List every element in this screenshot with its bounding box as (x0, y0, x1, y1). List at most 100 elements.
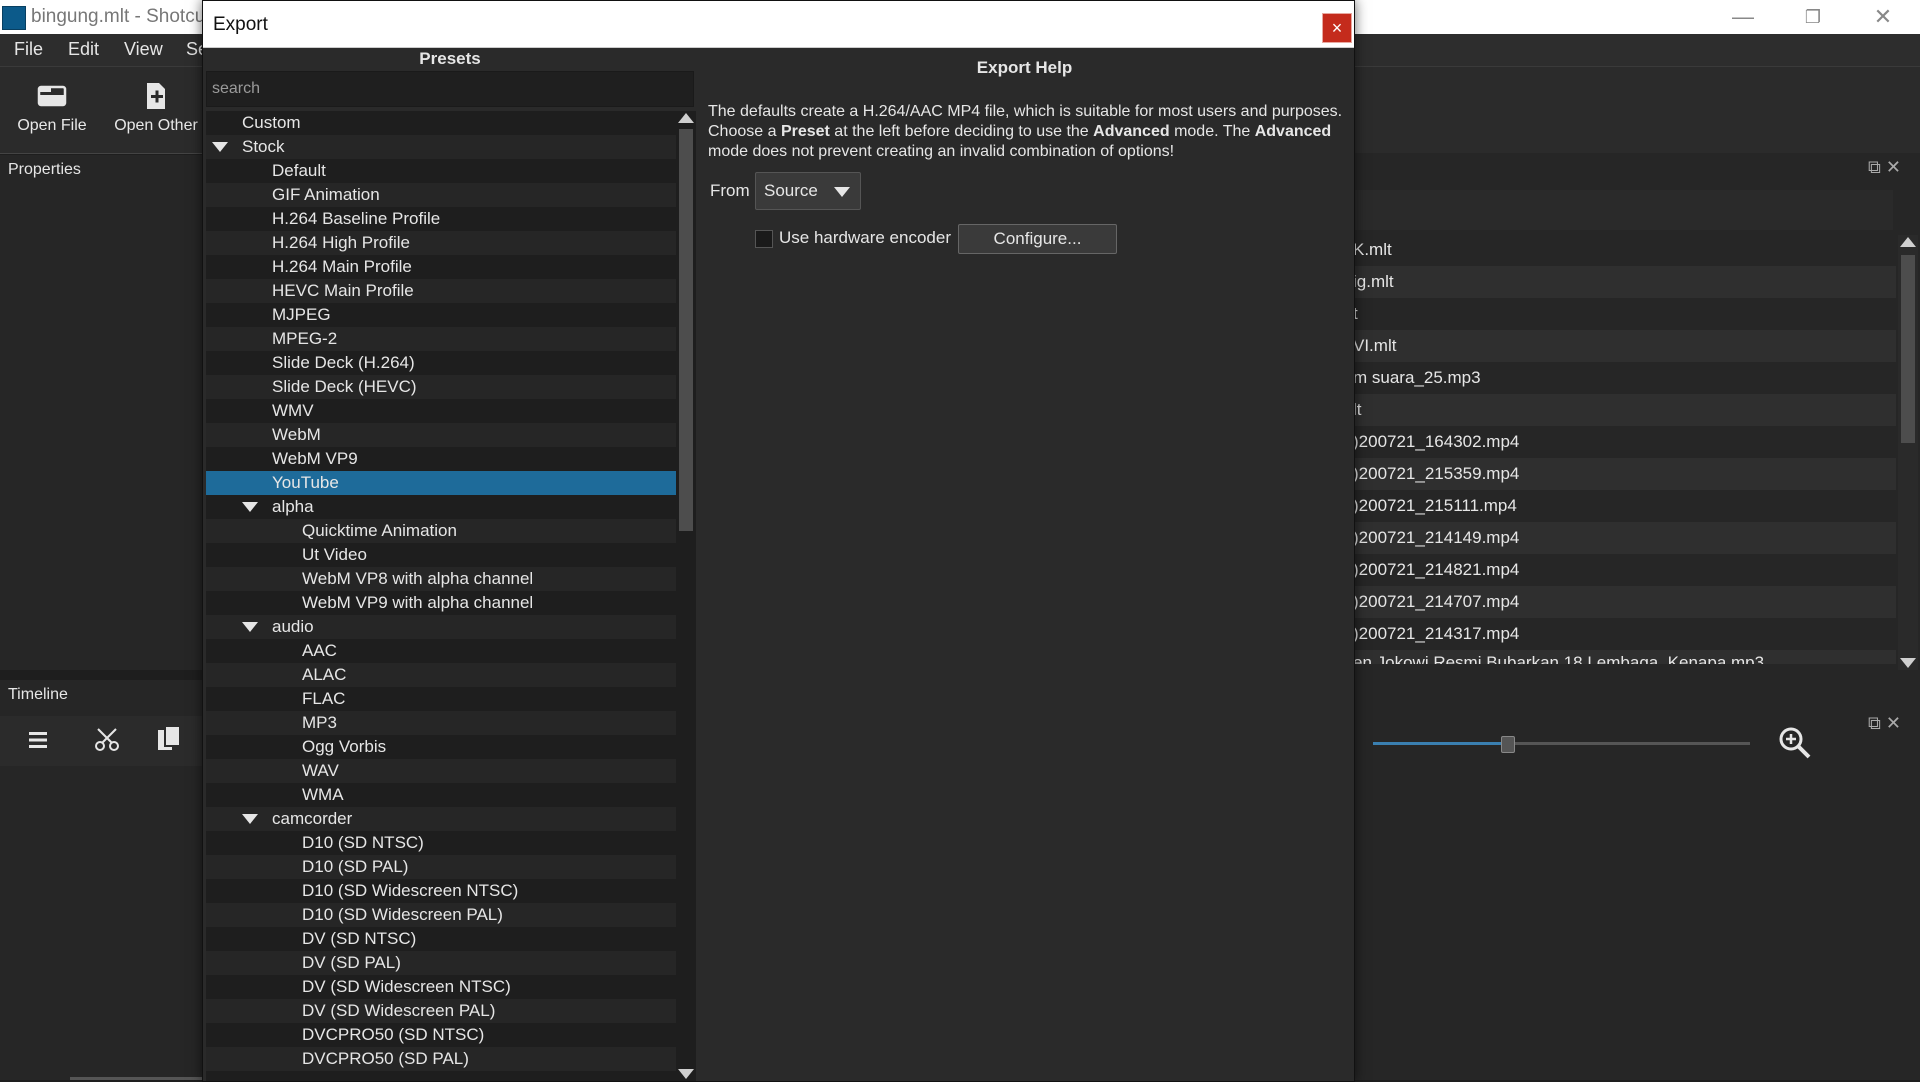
open-file-button[interactable]: Open File (12, 81, 92, 135)
preset-item[interactable]: Custom (206, 111, 676, 135)
preset-item[interactable]: D10 (SD PAL) (206, 855, 676, 879)
preset-item[interactable]: D10 (SD Widescreen NTSC) (206, 879, 676, 903)
preset-item[interactable]: D10 (SD NTSC) (206, 831, 676, 855)
preset-item[interactable]: camcorder (206, 807, 676, 831)
playlist-item[interactable]: )200721_164302.mp4 (1353, 426, 1896, 458)
menu-icon[interactable] (26, 728, 50, 752)
preset-item[interactable]: FLAC (206, 687, 676, 711)
expand-arrow-icon[interactable] (212, 142, 228, 152)
scroll-down-icon[interactable] (678, 1069, 694, 1079)
preset-item[interactable]: WMA (206, 783, 676, 807)
preset-item-label: Slide Deck (HEVC) (272, 377, 417, 396)
preset-item[interactable]: MP3 (206, 711, 676, 735)
preset-search-input[interactable] (206, 71, 694, 107)
preset-item[interactable]: H.264 High Profile (206, 231, 676, 255)
presets-scroll-thumb[interactable] (679, 129, 693, 531)
zoom-in-icon[interactable] (1777, 725, 1813, 761)
menu-file[interactable]: File (14, 39, 43, 60)
playlist-item[interactable]: )200721_214149.mp4 (1353, 522, 1896, 554)
preset-item[interactable]: Slide Deck (HEVC) (206, 375, 676, 399)
open-other-button[interactable]: Open Other (110, 81, 202, 135)
preset-item[interactable]: Slide Deck (H.264) (206, 351, 676, 375)
preset-item[interactable]: DVCPRO50 (SD PAL) (206, 1047, 676, 1071)
playlist-item[interactable]: )200721_214707.mp4 (1353, 586, 1896, 618)
playlist-item[interactable]: )200721_215359.mp4 (1353, 458, 1896, 490)
playlist-item[interactable]: m suara_25.mp3 (1353, 362, 1896, 394)
preset-item[interactable]: D10 (SD Widescreen PAL) (206, 903, 676, 927)
preset-item[interactable]: YouTube (206, 471, 676, 495)
preset-item[interactable]: H.264 Main Profile (206, 255, 676, 279)
preset-item[interactable]: WAV (206, 759, 676, 783)
scroll-down-icon[interactable] (1900, 658, 1916, 668)
preset-item[interactable]: alpha (206, 495, 676, 519)
dock-float-close-icons[interactable]: ⧉ ✕ (1868, 157, 1901, 178)
playlist-item[interactable]: K.mlt (1353, 234, 1896, 266)
preset-item-label: AAC (302, 641, 337, 660)
preset-item[interactable]: WebM VP9 with alpha channel (206, 591, 676, 615)
preset-item[interactable]: H.264 Baseline Profile (206, 207, 676, 231)
playlist-item[interactable]: ig.mlt (1353, 266, 1896, 298)
preset-item-label: DVCPRO50 (SD PAL) (302, 1049, 469, 1068)
preset-item-label: DV (SD Widescreen PAL) (302, 1001, 496, 1020)
preset-item[interactable]: DV (SD NTSC) (206, 927, 676, 951)
preset-item-label: ALAC (302, 665, 347, 684)
open-file-icon (37, 85, 67, 107)
restore-button[interactable]: ❐ (1783, 0, 1843, 34)
preset-item[interactable]: audio (206, 615, 676, 639)
expand-arrow-icon[interactable] (242, 622, 258, 632)
playlist-item-label: ig.mlt (1353, 272, 1394, 291)
help-text-segment: mode. The (1169, 123, 1255, 140)
menu-view[interactable]: View (124, 39, 163, 60)
preset-item[interactable]: MJPEG (206, 303, 676, 327)
scroll-up-icon[interactable] (1900, 237, 1916, 247)
window-close-button[interactable]: ✕ (1853, 0, 1913, 34)
preset-item[interactable]: AAC (206, 639, 676, 663)
preset-item-label: Ogg Vorbis (302, 737, 387, 756)
menu-edit[interactable]: Edit (68, 39, 99, 60)
dialog-close-button[interactable]: × (1322, 13, 1352, 43)
preset-item[interactable]: WMV (206, 399, 676, 423)
preset-item[interactable]: Ut Video (206, 543, 676, 567)
preset-item-label: WebM VP8 with alpha channel (302, 569, 534, 588)
preset-item[interactable]: DVCPRO50 (SD NTSC) (206, 1023, 676, 1047)
expand-arrow-icon[interactable] (242, 814, 258, 824)
dock-float-close-icons-2[interactable]: ⧉ ✕ (1868, 713, 1901, 734)
playlist-item[interactable]: VI.mlt (1353, 330, 1896, 362)
preset-item[interactable]: HEVC Main Profile (206, 279, 676, 303)
preset-item[interactable]: Default (206, 159, 676, 183)
cut-icon[interactable] (92, 726, 124, 754)
from-dropdown[interactable]: Source (755, 172, 861, 210)
copy-icon[interactable] (154, 724, 184, 754)
preset-item[interactable]: GIF Animation (206, 183, 676, 207)
playlist-scrollbar[interactable] (1898, 235, 1918, 670)
playlist-item[interactable]: lt (1353, 394, 1896, 426)
help-text-segment: mode does not prevent creating an invali… (708, 143, 1175, 160)
scroll-up-icon[interactable] (678, 113, 694, 123)
preset-item[interactable]: WebM VP8 with alpha channel (206, 567, 676, 591)
zoom-panel: ⧉ ✕ (1353, 713, 1920, 1080)
preset-item[interactable]: Stock (206, 135, 676, 159)
expand-arrow-icon[interactable] (242, 502, 258, 512)
playlist-item[interactable]: en Jokowi Resmi Bubarkan 18 Lembaga, Ken… (1353, 650, 1896, 664)
preset-item[interactable]: WebM (206, 423, 676, 447)
preset-item[interactable]: DV (SD PAL) (206, 951, 676, 975)
playlist-item[interactable]: t (1353, 298, 1896, 330)
preset-item[interactable]: DV (SD Widescreen NTSC) (206, 975, 676, 999)
preset-item[interactable]: Ogg Vorbis (206, 735, 676, 759)
hardware-encoder-checkbox[interactable] (755, 230, 773, 248)
zoom-slider-handle[interactable] (1501, 736, 1515, 753)
playlist-item[interactable]: )200721_215111.mp4 (1353, 490, 1896, 522)
presets-scrollbar[interactable] (676, 111, 696, 1081)
minimize-button[interactable]: — (1713, 0, 1773, 34)
preset-item[interactable]: ALAC (206, 663, 676, 687)
playlist-item[interactable]: )200721_214317.mp4 (1353, 618, 1896, 650)
playlist-item[interactable]: )200721_214821.mp4 (1353, 554, 1896, 586)
preset-item[interactable]: MPEG-2 (206, 327, 676, 351)
playlist-scroll-thumb[interactable] (1901, 255, 1915, 443)
zoom-slider-track[interactable] (1373, 736, 1750, 753)
preset-item[interactable]: WebM VP9 (206, 447, 676, 471)
preset-item-label: MPEG-2 (272, 329, 338, 348)
preset-item[interactable]: Quicktime Animation (206, 519, 676, 543)
configure-button[interactable]: Configure... (958, 224, 1117, 254)
preset-item[interactable]: DV (SD Widescreen PAL) (206, 999, 676, 1023)
